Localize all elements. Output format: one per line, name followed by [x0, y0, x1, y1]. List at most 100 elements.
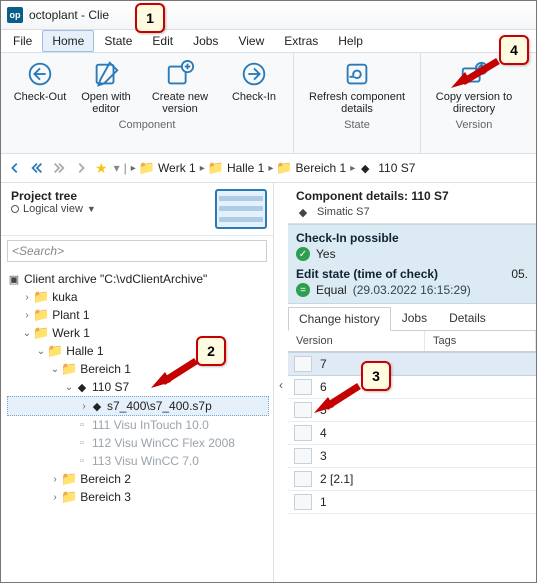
- project-tree-title: Project tree: [11, 189, 215, 203]
- server-icon[interactable]: [215, 189, 267, 229]
- tree-node[interactable]: ▫112 Visu WinCC Flex 2008: [7, 434, 269, 452]
- search-input[interactable]: [7, 240, 267, 262]
- col-tags[interactable]: Tags: [425, 331, 536, 351]
- open-with-editor-button[interactable]: Open with editor: [73, 57, 139, 117]
- create-new-version-button[interactable]: Create new version: [139, 57, 221, 117]
- folder-icon: 📁: [61, 489, 77, 505]
- nav-fwd-button[interactable]: [71, 158, 91, 178]
- folder-icon: 📁: [139, 160, 155, 176]
- version-row[interactable]: 3: [288, 445, 536, 468]
- check-out-button[interactable]: Check-Out: [7, 57, 73, 117]
- collapse-icon[interactable]: ⌄: [63, 382, 75, 393]
- expand-icon[interactable]: ›: [49, 492, 61, 503]
- version-thumb-icon: [294, 425, 312, 441]
- version-thumb-icon: [294, 379, 312, 395]
- expand-icon[interactable]: ›: [21, 292, 33, 303]
- check-out-label: Check-Out: [14, 91, 67, 103]
- tree-node[interactable]: ⌄📁Halle 1: [7, 342, 269, 360]
- tab-change-history[interactable]: Change history: [288, 307, 391, 331]
- collapse-icon[interactable]: ⌄: [35, 346, 47, 357]
- callout-2-arrow: [151, 358, 201, 395]
- collapse-icon[interactable]: ⌄: [49, 364, 61, 375]
- tree-node[interactable]: ⌄◆110 S7: [7, 378, 269, 396]
- menu-state[interactable]: State: [94, 30, 142, 52]
- edit-state-right: 05.: [511, 267, 528, 281]
- ribbon-group-state-caption: State: [344, 119, 370, 131]
- tab-details[interactable]: Details: [438, 306, 497, 330]
- menu-home[interactable]: Home: [42, 30, 94, 52]
- tab-jobs[interactable]: Jobs: [391, 306, 438, 330]
- tree-node[interactable]: ▫113 Visu WinCC 7.0: [7, 452, 269, 470]
- open-with-editor-label: Open with editor: [75, 91, 137, 115]
- tree-node[interactable]: ›📁kuka: [7, 288, 269, 306]
- menu-edit[interactable]: Edit: [142, 30, 183, 52]
- callout-2: 2: [196, 336, 226, 366]
- expand-icon[interactable]: ›: [21, 310, 33, 321]
- tree-node[interactable]: ›📁Plant 1: [7, 306, 269, 324]
- breadcrumb-halle1[interactable]: ▸📁Halle 1: [198, 160, 267, 176]
- breadcrumb-werk1[interactable]: ▸📁Werk 1: [129, 160, 198, 176]
- tree-node-label: 111 Visu InTouch 10.0: [92, 418, 209, 432]
- menu-jobs[interactable]: Jobs: [183, 30, 228, 52]
- collapse-icon[interactable]: ⌄: [21, 328, 33, 339]
- archive-icon: ▣: [7, 272, 21, 286]
- tree-node-label: Bereich 1: [80, 362, 131, 376]
- tree-node[interactable]: ›📁Bereich 2: [7, 470, 269, 488]
- check-in-button[interactable]: Check-In: [221, 57, 287, 117]
- callout-1: 1: [135, 3, 165, 33]
- tree-node[interactable]: ›◆s7_400\s7_400.s7p: [7, 396, 269, 416]
- window-title: octoplant - Clie: [29, 8, 109, 22]
- menu-help[interactable]: Help: [328, 30, 373, 52]
- version-grid[interactable]: 765432 [2.1]1: [288, 352, 536, 514]
- tree-node-label: 112 Visu WinCC Flex 2008: [92, 436, 235, 450]
- chevron-left-icon: ‹: [279, 378, 283, 392]
- folder-icon: 📁: [276, 160, 292, 176]
- tree-node[interactable]: ›📁Bereich 3: [7, 488, 269, 506]
- nav-back-button[interactable]: [5, 158, 25, 178]
- component-icon: ◆: [75, 380, 89, 394]
- checkin-possible-header: Check-In possible: [296, 231, 528, 245]
- menu-file[interactable]: File: [3, 30, 42, 52]
- col-version[interactable]: Version: [288, 331, 425, 351]
- refresh-component-details-label: Refresh component details: [302, 91, 412, 115]
- breadcrumb-bereich1[interactable]: ▸📁Bereich 1: [266, 160, 348, 176]
- menu-extras[interactable]: Extras: [274, 30, 328, 52]
- version-row[interactable]: 2 [2.1]: [288, 468, 536, 491]
- dot-icon: [11, 205, 19, 213]
- tree-root[interactable]: ▣ Client archive "C:\vdClientArchive": [7, 270, 269, 288]
- callout-4: 4: [499, 35, 529, 65]
- nav-fwd2-button[interactable]: [49, 158, 69, 178]
- project-tree-view-selector[interactable]: Logical view ▼: [11, 203, 215, 215]
- version-row[interactable]: 1: [288, 491, 536, 514]
- version-thumb-icon: [294, 356, 312, 372]
- expand-icon[interactable]: ›: [78, 401, 90, 412]
- version-value: 2 [2.1]: [318, 472, 353, 486]
- version-row[interactable]: 4: [288, 422, 536, 445]
- item-icon: ▫: [75, 418, 89, 432]
- project-tree[interactable]: ▣ Client archive "C:\vdClientArchive" ›📁…: [1, 266, 273, 583]
- callout-3: 3: [361, 361, 391, 391]
- expand-icon[interactable]: ›: [49, 474, 61, 485]
- version-row[interactable]: 7: [288, 352, 536, 376]
- tree-node[interactable]: ⌄📁Bereich 1: [7, 360, 269, 378]
- callout-3-arrow: [314, 383, 364, 420]
- component-type-icon: ◆: [296, 205, 310, 219]
- version-value: 4: [318, 426, 327, 440]
- splitter-handle[interactable]: ‹: [274, 183, 288, 583]
- tree-node-label: 110 S7: [92, 380, 129, 394]
- favorite-star-icon[interactable]: ★: [95, 160, 108, 177]
- search-box[interactable]: [7, 240, 267, 262]
- menu-view[interactable]: View: [228, 30, 274, 52]
- refresh-component-details-button[interactable]: Refresh component details: [300, 57, 414, 117]
- ribbon-group-state: Refresh component details State: [294, 53, 421, 153]
- edit-state-time: (29.03.2022 16:15:29): [353, 283, 471, 297]
- version-thumb-icon: [294, 471, 312, 487]
- version-value: 1: [318, 495, 327, 509]
- tree-node[interactable]: ▫111 Visu InTouch 10.0: [7, 416, 269, 434]
- tree-node[interactable]: ⌄📁Werk 1: [7, 324, 269, 342]
- ribbon-group-version-caption: Version: [456, 119, 493, 131]
- folder-icon: 📁: [61, 471, 77, 487]
- breadcrumb-110s7[interactable]: ▸◆110 S7: [348, 161, 417, 175]
- nav-back2-button[interactable]: [27, 158, 47, 178]
- component-icon: ◆: [358, 161, 372, 175]
